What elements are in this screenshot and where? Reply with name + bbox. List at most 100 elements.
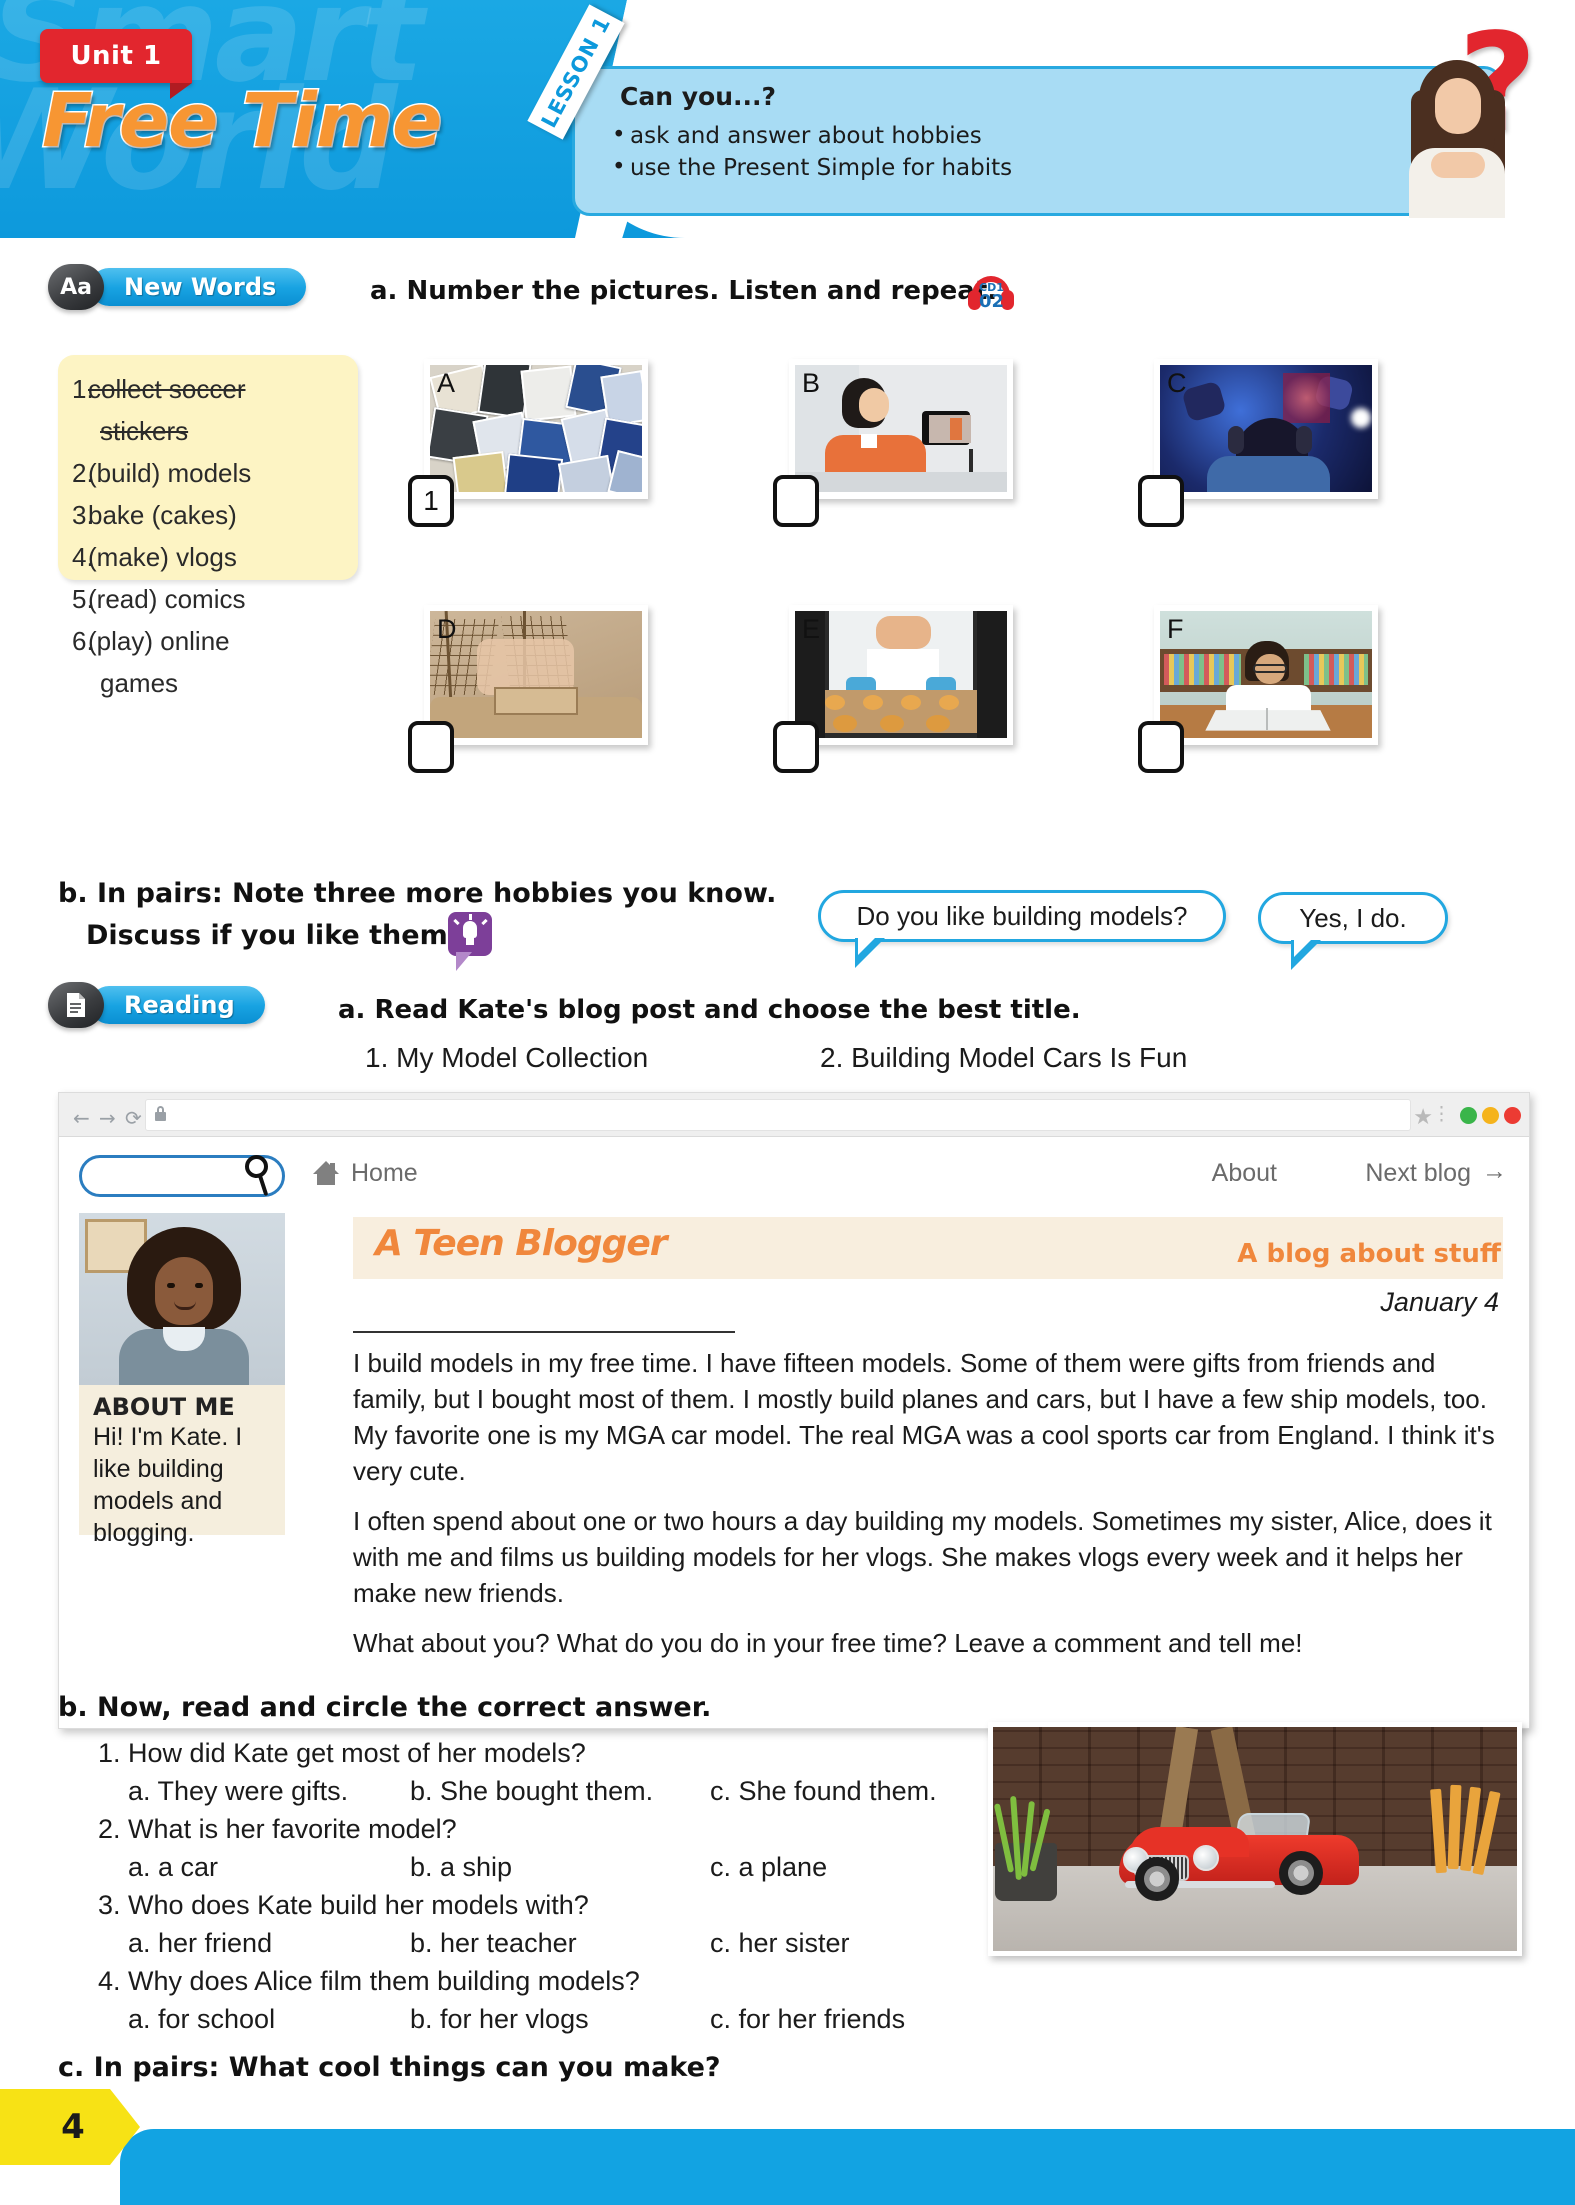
vocab-item-3[interactable]: 3. bake (cakes) <box>58 494 358 536</box>
vocab-num-2: 2. <box>72 458 94 488</box>
bookmark-star-icon[interactable]: ★ <box>1413 1104 1433 1130</box>
question-3-prompt: 3. Who does Kate build her models with? <box>98 1890 589 1921</box>
vocab-item-5[interactable]: 5. (read) comics <box>58 578 358 620</box>
picture-card-e: E <box>773 605 1013 773</box>
unit-header-banner: Smart World Unit 1 Free Time LESSON 1 Ca… <box>0 0 1575 238</box>
blog-paragraph-1: I build models in my free time. I have f… <box>353 1348 1495 1486</box>
question-3-option-c[interactable]: c. her sister <box>710 1928 850 1959</box>
blog-paragraph-2: I often spend about one or two hours a d… <box>353 1506 1492 1608</box>
q4-opt-b-text: b. for her vlogs <box>410 2004 589 2034</box>
vocab-item-6[interactable]: 6. (play) online <box>58 620 358 662</box>
answer-box-a[interactable]: 1 <box>408 475 454 527</box>
picture-letter-e: E <box>802 614 821 644</box>
answer-value-a: 1 <box>423 485 439 516</box>
speech-bubble-question-text: Do you like building models? <box>856 900 1188 931</box>
vocab-num-1: 1. <box>72 374 94 404</box>
reload-icon[interactable]: ⟳ <box>125 1106 142 1130</box>
home-icon[interactable] <box>313 1161 339 1185</box>
unit-tag-label: Unit 1 <box>70 41 162 71</box>
q2-opt-b-text: b. a ship <box>410 1852 513 1882</box>
nav-home-label[interactable]: Home <box>351 1159 418 1188</box>
picture-card-f: F <box>1138 605 1378 773</box>
q1-opt-a-text: a. They were gifts. <box>128 1776 349 1806</box>
browser-menu-icon[interactable]: ⋮ <box>1432 1105 1451 1124</box>
can-you-item-1: use the Present Simple for habits <box>612 151 1012 184</box>
textbook-page: Smart World Unit 1 Free Time LESSON 1 Ca… <box>0 0 1575 2205</box>
title-option-2[interactable]: 2. Building Model Cars Is Fun <box>820 1042 1187 1074</box>
url-input[interactable] <box>145 1099 1411 1131</box>
vocab-text-5: (read) comics <box>88 584 246 614</box>
question-1-num: 1. <box>98 1738 121 1768</box>
picture-letter-d: D <box>437 614 457 644</box>
vocab-item-4[interactable]: 4. (make) vlogs <box>58 536 358 578</box>
picture-letter-a: A <box>437 368 456 398</box>
q3-opt-c-text: c. her sister <box>710 1928 850 1958</box>
vocab-item-1[interactable]: 1. collect soccer <box>58 368 358 410</box>
forward-icon[interactable]: → <box>99 1106 116 1130</box>
question-2-option-c[interactable]: c. a plane <box>710 1852 827 1883</box>
picture-card-d: D <box>408 605 648 773</box>
avatar <box>79 1213 285 1385</box>
about-me-title: ABOUT ME <box>93 1393 235 1421</box>
question-2-option-b[interactable]: b. a ship <box>410 1852 512 1883</box>
answer-box-d[interactable] <box>408 721 454 773</box>
question-4-option-b[interactable]: b. for her vlogs <box>410 2004 589 2035</box>
answer-box-b[interactable] <box>773 475 819 527</box>
window-dot-red[interactable] <box>1504 1107 1521 1124</box>
blog-paragraph-3: What about you? What do you do in your f… <box>353 1628 1303 1658</box>
speech-bubble-answer: Yes, I do. <box>1258 892 1448 970</box>
speech-bubble-question: Do you like building models? <box>818 890 1226 968</box>
can-you-item-0: ask and answer about hobbies <box>612 119 1012 152</box>
nav-next-blog[interactable]: Next blog <box>1365 1159 1471 1188</box>
about-me-text: Hi! I'm Kate. I like building models and… <box>93 1423 243 1547</box>
answer-box-c[interactable] <box>1138 475 1184 527</box>
vocab-item-6-cont: games <box>58 662 358 704</box>
answer-box-e[interactable] <box>773 721 819 773</box>
question-1-prompt: 1. How did Kate get most of her models? <box>98 1738 586 1769</box>
nav-about[interactable]: About <box>1212 1159 1277 1188</box>
vocab-text-3: bake (cakes) <box>88 500 237 530</box>
page-title: Free Time <box>40 77 443 166</box>
question-4-text: Why does Alice film them building models… <box>128 1966 640 1996</box>
blog-date: January 4 <box>1380 1287 1499 1317</box>
nav-next-arrow-icon[interactable]: → <box>1482 1157 1507 1186</box>
question-1-option-a[interactable]: a. They were gifts. <box>128 1776 348 1807</box>
question-2-option-a[interactable]: a. a car <box>128 1852 218 1883</box>
window-dot-yellow[interactable] <box>1482 1107 1499 1124</box>
question-4-option-c[interactable]: c. for her friends <box>710 2004 905 2035</box>
vocabulary-list: 1. collect soccer stickers 2. (build) mo… <box>58 368 358 704</box>
question-1-option-b[interactable]: b. She bought them. <box>410 1776 653 1807</box>
vocab-text-1b: stickers <box>100 416 189 446</box>
cd-track: 02 <box>979 291 1005 312</box>
q4-opt-c-text: c. for her friends <box>710 2004 906 2034</box>
pairwork-b-line1: b. In pairs: Note three more hobbies you… <box>58 878 777 909</box>
vocab-item-2[interactable]: 2. (build) models <box>58 452 358 494</box>
lightbulb-icon <box>448 912 492 972</box>
question-3-option-b[interactable]: b. her teacher <box>410 1928 577 1959</box>
unit-tag: Unit 1 <box>40 29 192 99</box>
title-option-1-text: 1. My Model Collection <box>365 1042 649 1073</box>
vocab-text-2: (build) models <box>88 458 252 488</box>
q1-opt-c-text: c. She found them. <box>710 1776 937 1806</box>
question-2-num: 2. <box>98 1814 121 1844</box>
question-1-option-c[interactable]: c. She found them. <box>710 1776 937 1807</box>
window-dot-green[interactable] <box>1460 1107 1477 1124</box>
vocab-text-1: collect soccer <box>88 374 246 404</box>
new-words-label: New Words <box>124 273 277 301</box>
title-option-1[interactable]: 1. My Model Collection <box>365 1042 648 1074</box>
speech-bubble-answer-text: Yes, I do. <box>1299 902 1407 933</box>
question-4-option-a[interactable]: a. for school <box>128 2004 275 2035</box>
back-icon[interactable]: ← <box>73 1106 90 1130</box>
photo-red-model-car <box>993 1727 1517 1951</box>
photo-soccer-stickers <box>430 365 642 492</box>
photo-gamer-headset <box>1160 365 1372 492</box>
question-2-prompt: 2. What is her favorite model? <box>98 1814 457 1845</box>
reading-doc-icon <box>48 982 104 1028</box>
page-number-tab: 4 <box>0 2089 140 2165</box>
audio-cd-icon: CD1 02 <box>968 274 1014 316</box>
question-3-num: 3. <box>98 1890 121 1920</box>
answer-box-f[interactable] <box>1138 721 1184 773</box>
q3-opt-a-text: a. her friend <box>128 1928 273 1958</box>
question-3-option-a[interactable]: a. her friend <box>128 1928 272 1959</box>
question-2-text: What is her favorite model? <box>128 1814 457 1844</box>
